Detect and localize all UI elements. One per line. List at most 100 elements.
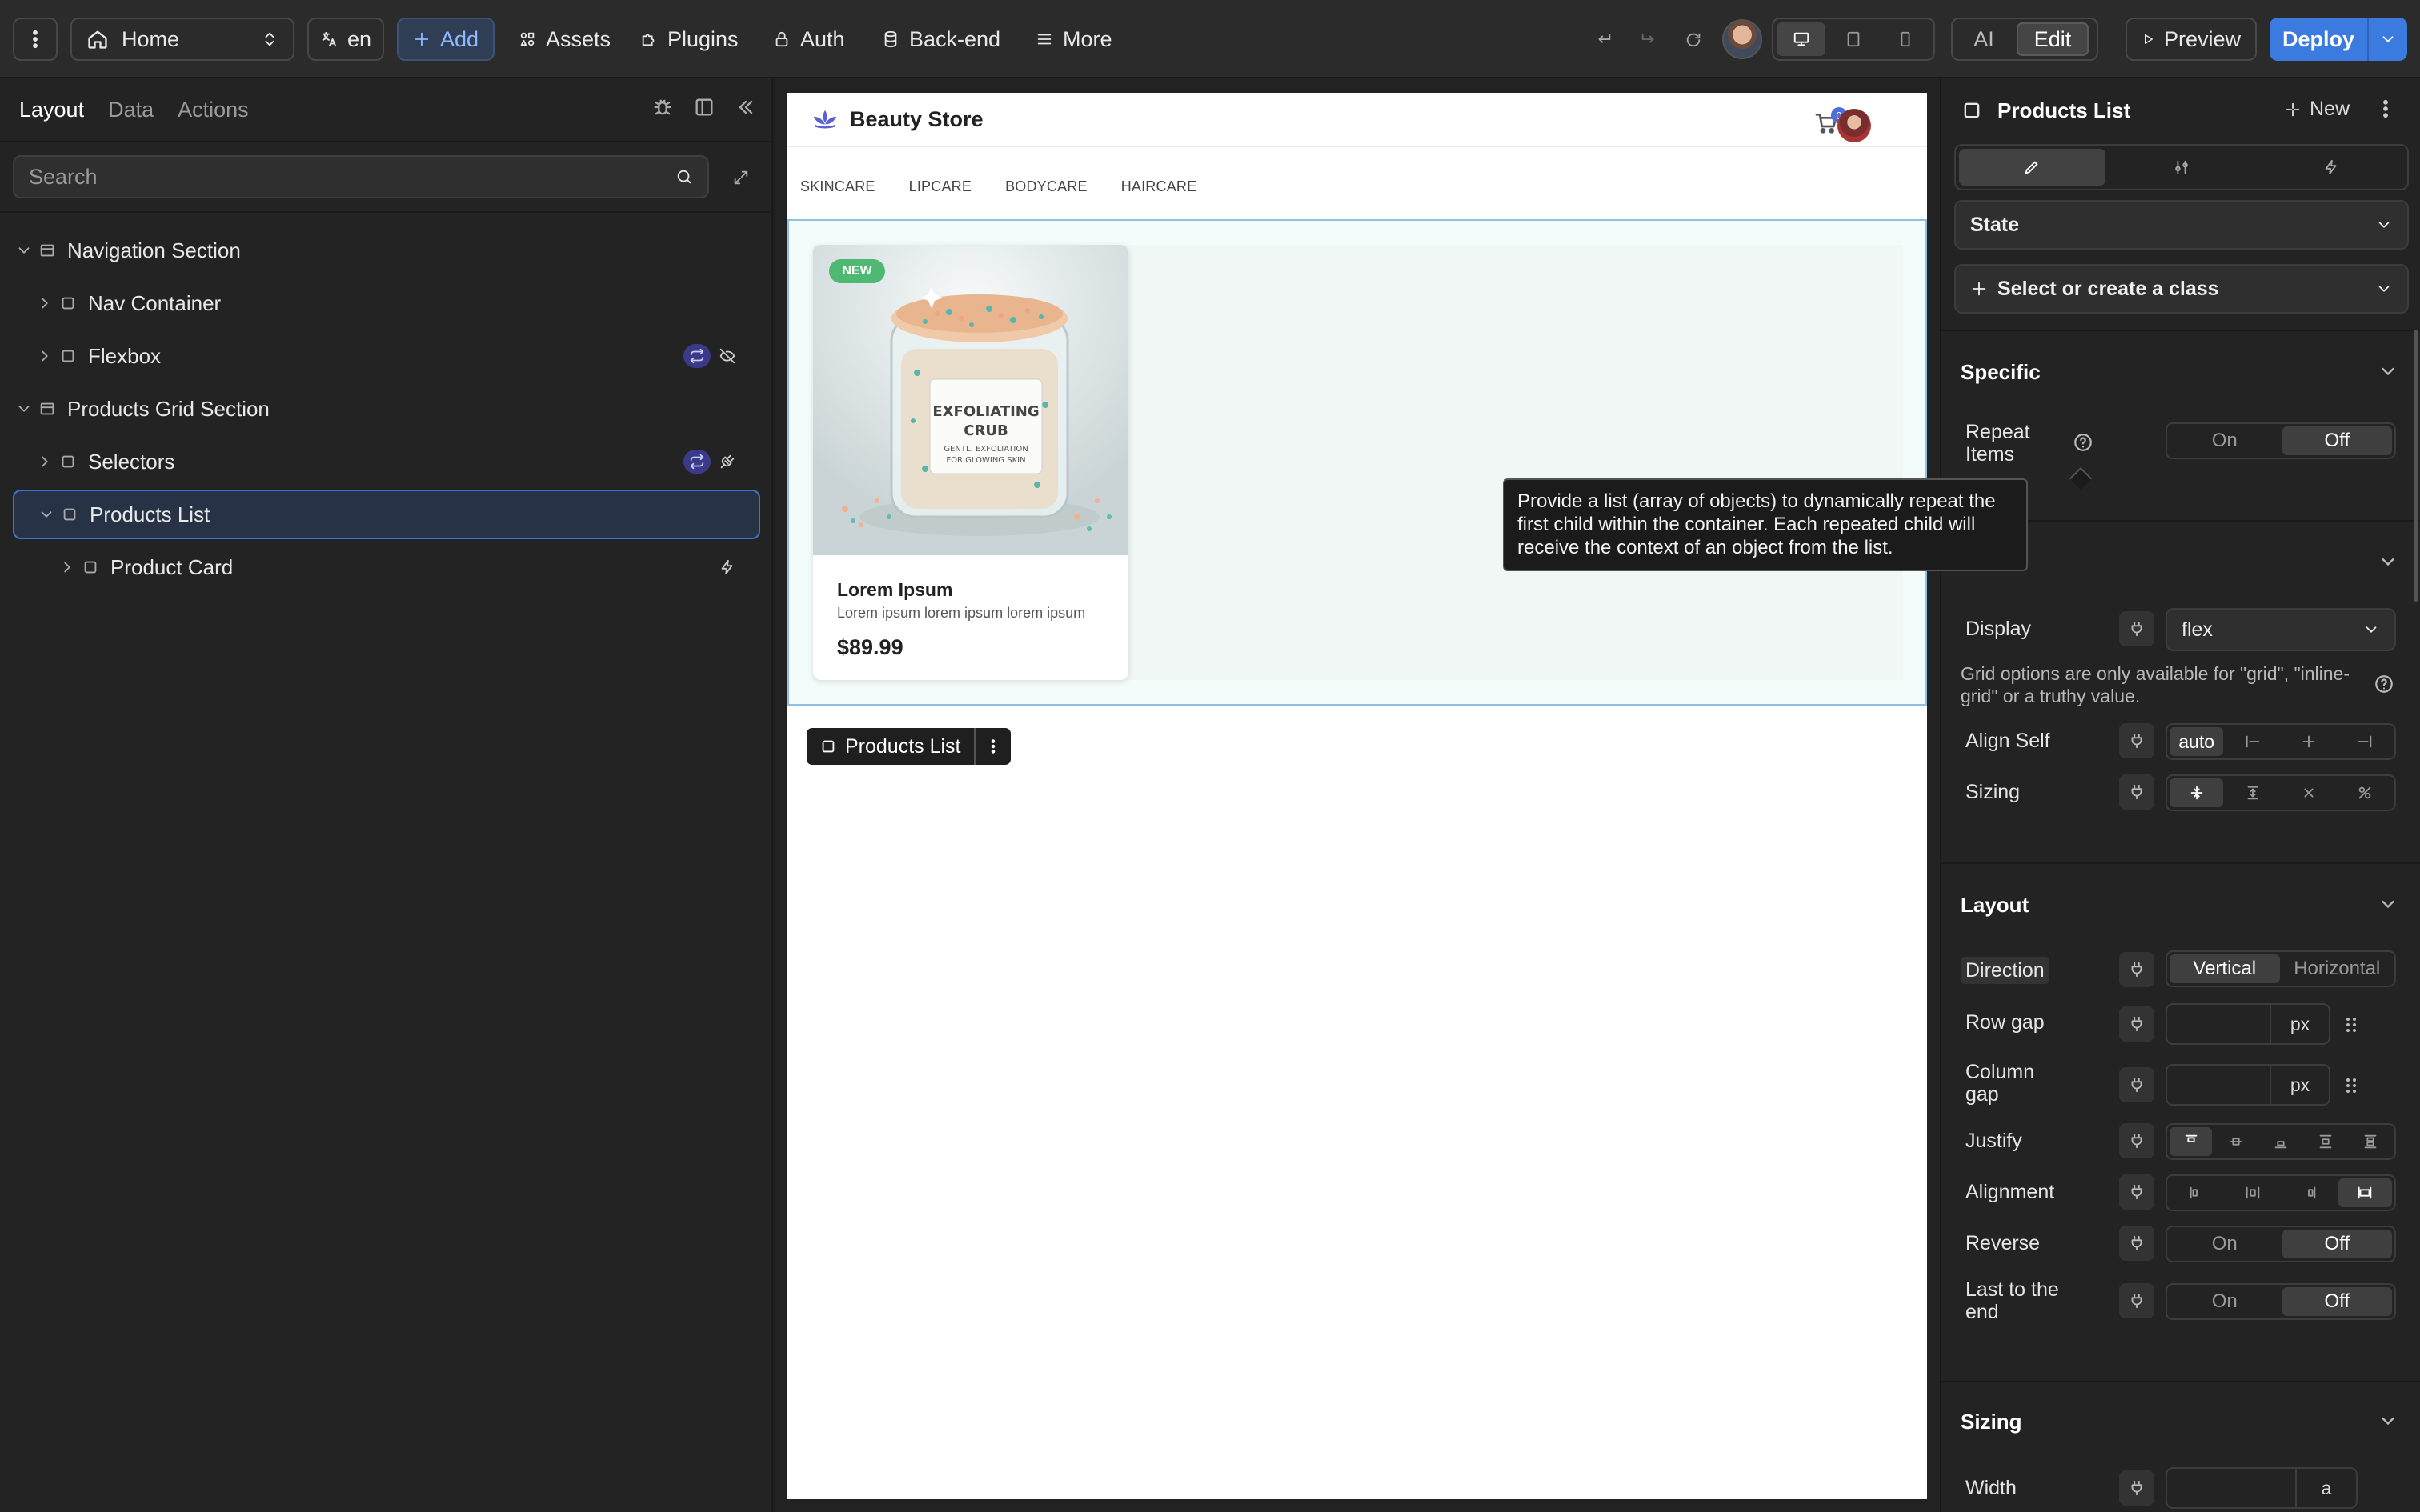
bug-icon[interactable] xyxy=(651,96,674,118)
alignment-center[interactable] xyxy=(2226,1178,2279,1207)
width-input[interactable]: a xyxy=(2166,1467,2358,1509)
bind-display-button[interactable] xyxy=(2119,611,2154,646)
repeat-items-on[interactable]: On xyxy=(2170,426,2280,455)
direction-toggle[interactable]: Vertical Horizontal xyxy=(2166,950,2396,987)
auth-button[interactable]: Auth xyxy=(773,18,845,61)
justify-center[interactable] xyxy=(2214,1127,2257,1156)
chevron-right-icon[interactable] xyxy=(34,347,56,365)
product-card[interactable]: EXFOLIATING CRUB GENTL. EXFOLIATION FOR … xyxy=(813,245,1128,680)
category-link-skincare[interactable]: SKINCARE xyxy=(800,178,875,195)
properties-more-button[interactable] xyxy=(2374,98,2398,123)
bind-sizing-button[interactable] xyxy=(2119,774,2154,810)
row-gap-value[interactable] xyxy=(2167,1005,2270,1043)
section-title-specific[interactable]: Specific xyxy=(1961,360,2041,385)
direction-vertical[interactable]: Vertical xyxy=(2170,954,2280,983)
deploy-button[interactable]: Deploy xyxy=(2270,18,2407,61)
drag-handle-icon[interactable] xyxy=(2342,1074,2361,1098)
bind-justify-button[interactable] xyxy=(2119,1123,2154,1158)
assets-button[interactable]: Assets xyxy=(519,18,611,61)
alignment-control[interactable] xyxy=(2166,1174,2396,1211)
bind-align-self-button[interactable] xyxy=(2119,723,2154,758)
tree-item-selectors[interactable]: Selectors xyxy=(13,437,760,486)
preview-button[interactable]: Preview xyxy=(2126,18,2257,61)
state-select[interactable]: State xyxy=(1954,200,2409,250)
tree-item-products-list[interactable]: Products List xyxy=(13,490,760,539)
selected-element-label[interactable]: Products List xyxy=(807,728,1011,765)
user-avatar[interactable] xyxy=(1722,19,1762,59)
tablet-view-button[interactable] xyxy=(1829,22,1877,56)
sizing-stretch[interactable] xyxy=(2226,778,2279,807)
bind-reverse-button[interactable] xyxy=(2119,1226,2154,1261)
panel-layout-icon[interactable] xyxy=(693,96,715,118)
repeat-items-off[interactable]: Off xyxy=(2282,426,2392,455)
redo-button[interactable] xyxy=(1633,24,1665,56)
tab-actions[interactable]: Actions xyxy=(178,98,249,122)
chevron-down-icon[interactable] xyxy=(2377,360,2399,382)
chevron-down-icon[interactable] xyxy=(2377,550,2399,573)
align-self-control[interactable]: auto xyxy=(2166,723,2396,760)
direction-horizontal[interactable]: Horizontal xyxy=(2282,954,2393,983)
chevron-down-icon[interactable] xyxy=(2377,1410,2399,1432)
chevron-down-icon[interactable] xyxy=(13,400,35,418)
tab-layout[interactable]: Layout xyxy=(19,98,84,122)
bind-alignment-button[interactable] xyxy=(2119,1174,2154,1210)
alignment-start[interactable] xyxy=(2170,1178,2223,1207)
last-to-end-off[interactable]: Off xyxy=(2282,1287,2392,1316)
chevron-down-icon[interactable] xyxy=(35,506,58,523)
tree-item-products-grid-section[interactable]: Products Grid Section xyxy=(13,384,760,434)
bind-row-gap-button[interactable] xyxy=(2119,1006,2154,1042)
desktop-view-button[interactable] xyxy=(1777,22,1826,56)
page-select[interactable]: Home xyxy=(70,18,294,61)
expand-tree-button[interactable] xyxy=(725,162,757,194)
tree-item-product-card[interactable]: Product Card xyxy=(13,542,760,592)
tab-data[interactable]: Data xyxy=(108,98,154,122)
layers-search[interactable] xyxy=(13,155,709,198)
plugins-button[interactable]: Plugins xyxy=(640,18,739,61)
sizing-custom[interactable] xyxy=(2338,778,2392,807)
justify-between[interactable] xyxy=(2305,1127,2347,1156)
width-unit[interactable]: a xyxy=(2295,1469,2356,1507)
reverse-off[interactable]: Off xyxy=(2282,1230,2392,1258)
align-self-auto[interactable]: auto xyxy=(2170,727,2224,756)
justify-control[interactable] xyxy=(2166,1123,2396,1160)
chevron-right-icon[interactable] xyxy=(34,294,56,312)
sizing-none[interactable] xyxy=(2282,778,2336,807)
bind-column-gap-button[interactable] xyxy=(2119,1067,2154,1102)
more-button[interactable]: More xyxy=(1036,18,1112,61)
row-gap-unit[interactable]: px xyxy=(2270,1005,2329,1043)
align-self-end[interactable] xyxy=(2338,727,2392,756)
mobile-view-button[interactable] xyxy=(1881,22,1930,56)
products-grid-section[interactable]: EXFOLIATING CRUB GENTL. EXFOLIATION FOR … xyxy=(787,219,1927,706)
language-button[interactable]: en xyxy=(307,18,384,61)
repeat-items-toggle[interactable]: On Off xyxy=(2166,422,2396,459)
chevron-down-icon[interactable] xyxy=(2377,893,2399,915)
section-title-sizing[interactable]: Sizing xyxy=(1961,1410,2022,1434)
main-menu-button[interactable] xyxy=(13,18,58,61)
sizing-control[interactable] xyxy=(2166,774,2396,811)
bind-last-to-end-button[interactable] xyxy=(2119,1283,2154,1318)
drag-handle-icon[interactable] xyxy=(2342,1013,2361,1037)
bind-width-button[interactable] xyxy=(2119,1470,2154,1506)
help-icon[interactable] xyxy=(2073,432,2093,453)
eye-off-icon[interactable] xyxy=(719,347,736,365)
alignment-end[interactable] xyxy=(2282,1178,2336,1207)
category-link-bodycare[interactable]: BODYCARE xyxy=(1005,178,1088,195)
align-self-start[interactable] xyxy=(2226,727,2279,756)
chevron-down-icon[interactable] xyxy=(13,242,35,259)
reverse-toggle[interactable]: On Off xyxy=(2166,1226,2396,1262)
tab-settings[interactable] xyxy=(2109,149,2255,186)
collapse-left-icon[interactable] xyxy=(735,96,757,118)
justify-start[interactable] xyxy=(2170,1127,2213,1156)
tree-item-flexbox[interactable]: Flexbox xyxy=(13,331,760,381)
refresh-button[interactable] xyxy=(1677,24,1709,56)
category-link-lipcare[interactable]: LIPCARE xyxy=(909,178,972,195)
deploy-options-button[interactable] xyxy=(2369,30,2407,48)
site-user-avatar[interactable] xyxy=(1837,109,1871,142)
class-select[interactable]: Select or create a class xyxy=(1954,264,2409,314)
tree-item-navigation-section[interactable]: Navigation Section xyxy=(13,226,760,275)
add-button[interactable]: Add xyxy=(397,18,495,61)
layers-search-input[interactable] xyxy=(29,164,637,190)
tree-item-nav-container[interactable]: Nav Container xyxy=(13,278,760,328)
category-link-haircare[interactable]: HAIRCARE xyxy=(1121,178,1197,195)
section-title-layout[interactable]: Layout xyxy=(1961,893,2029,918)
